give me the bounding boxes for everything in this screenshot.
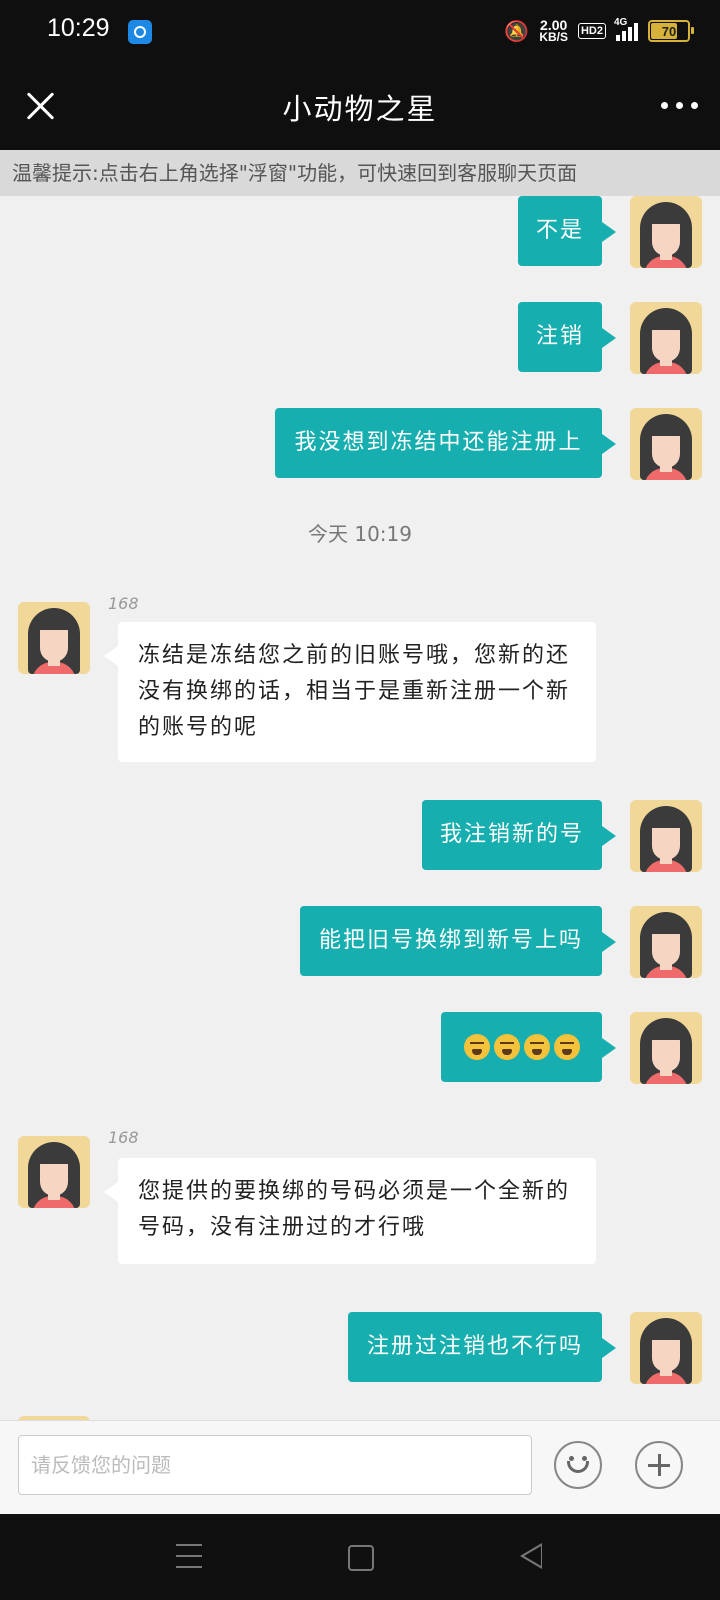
system-nav-bar — [0, 1514, 720, 1600]
bell-muted-icon: 🔕 — [504, 20, 530, 43]
status-bar: 10:29 🔕 2.00 KB/S HD2 4G 70 — [0, 0, 720, 64]
time-divider: 今天 10:19 — [308, 522, 412, 546]
my-avatar[interactable] — [630, 196, 702, 268]
hd-badge: HD2 — [577, 23, 606, 39]
my-avatar[interactable] — [630, 1312, 702, 1384]
more-options-icon[interactable] — [661, 102, 698, 109]
home-icon[interactable] — [348, 1545, 374, 1571]
battery-icon: 70 — [648, 20, 694, 42]
my-message-bubble[interactable]: 注销 — [518, 302, 616, 372]
chat-list[interactable]: 不是 注销 我没想到冻结中还能注册上 今天 10:19 168 冻结是冻结您之前… — [0, 196, 720, 1420]
battery-level: 70 — [661, 23, 677, 39]
my-message-bubble[interactable]: 能把旧号换绑到新号上吗 — [300, 906, 616, 976]
tired-face-emoji-icon — [553, 1034, 580, 1060]
my-message-bubble[interactable]: 注册过注销也不行吗 — [348, 1312, 616, 1382]
emoji-message-bubble[interactable] — [441, 1012, 616, 1082]
agent-avatar[interactable] — [18, 1136, 90, 1208]
network-speed: 2.00 KB/S — [539, 18, 568, 44]
sender-name: 168 — [108, 594, 139, 613]
agent-avatar[interactable] — [18, 602, 90, 674]
my-message-bubble[interactable]: 我没想到冻结中还能注册上 — [275, 408, 616, 478]
my-avatar[interactable] — [630, 302, 702, 374]
title-bar: 小动物之星 — [0, 64, 720, 150]
tired-face-emoji-icon — [523, 1034, 550, 1060]
app-notification-icon — [128, 20, 152, 44]
my-avatar[interactable] — [630, 906, 702, 978]
agent-message-bubble[interactable]: 冻结是冻结您之前的旧账号哦，您新的还没有换绑的话，相当于是重新注册一个新的账号的… — [104, 622, 596, 762]
page-title: 小动物之星 — [282, 92, 438, 126]
back-icon[interactable] — [520, 1543, 542, 1569]
my-message-bubble[interactable]: 我注销新的号 — [422, 800, 616, 870]
feedback-input[interactable] — [18, 1435, 532, 1495]
sender-name: 168 — [108, 1128, 139, 1147]
plus-icon[interactable] — [635, 1441, 683, 1489]
agent-message-bubble[interactable]: 您提供的要换绑的号码必须是一个全新的号码，没有注册过的才行哦 — [104, 1158, 596, 1264]
signal-icon: 4G — [614, 17, 638, 41]
menu-icon[interactable] — [176, 1544, 202, 1568]
my-avatar[interactable] — [630, 800, 702, 872]
network-type: 4G — [614, 17, 628, 28]
tired-face-emoji-icon — [463, 1034, 490, 1060]
status-icons: 🔕 2.00 KB/S HD2 4G 70 — [504, 16, 694, 46]
network-speed-unit: KB/S — [539, 30, 568, 44]
tip-banner: 温馨提示:点击右上角选择"浮窗"功能，可快速回到客服聊天页面 — [0, 150, 720, 196]
emoji-icon[interactable] — [554, 1441, 602, 1489]
my-avatar[interactable] — [630, 1012, 702, 1084]
my-message-bubble[interactable]: 不是 — [518, 196, 616, 266]
tired-face-emoji-icon — [493, 1034, 520, 1060]
status-time: 10:29 — [47, 14, 110, 42]
input-bar — [0, 1420, 720, 1515]
my-avatar[interactable] — [630, 408, 702, 480]
